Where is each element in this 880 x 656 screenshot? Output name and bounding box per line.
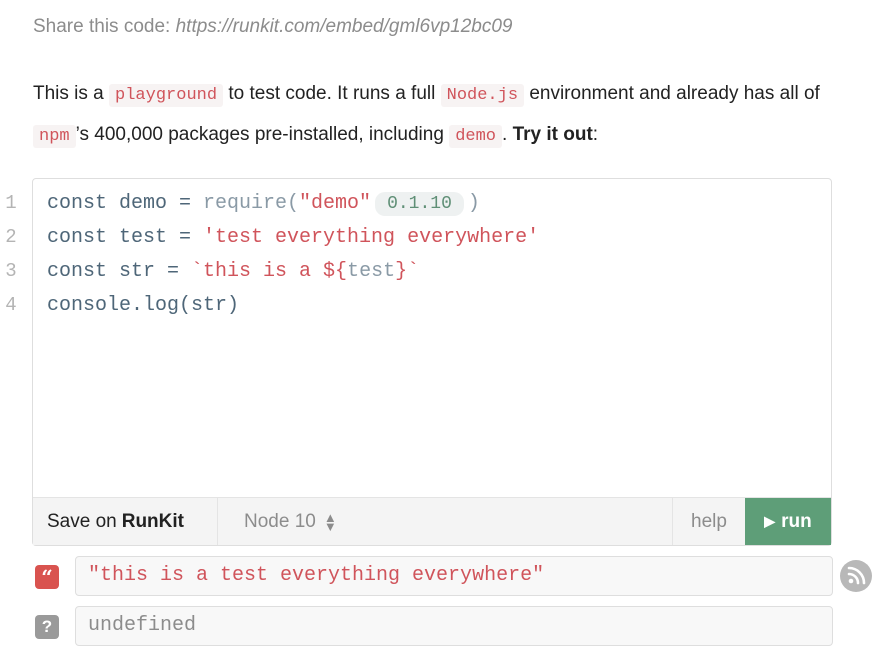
- code-line-2[interactable]: const test = 'test everything everywhere…: [47, 221, 539, 255]
- question-icon: ?: [35, 615, 59, 639]
- code-token: test: [347, 260, 396, 283]
- line-number: 2: [5, 226, 17, 248]
- desc-colon: :: [592, 124, 599, 145]
- token-nodejs: Node.js: [440, 84, 525, 107]
- save-prefix: Save on: [47, 510, 117, 532]
- code-token: ): [467, 192, 480, 215]
- share-label: Share this code:: [33, 16, 171, 37]
- output-value-1[interactable]: "this is a test everything everywhere": [75, 556, 833, 596]
- token-npm: npm: [33, 125, 76, 148]
- token-demo: demo: [449, 125, 502, 148]
- help-label: help: [691, 510, 727, 532]
- code-token: const test =: [47, 226, 204, 249]
- line-number: 1: [5, 192, 17, 214]
- run-button[interactable]: ▶ run: [745, 498, 831, 545]
- code-token: console.log(str): [47, 294, 240, 317]
- up-down-arrows-icon: ▲ ▼: [323, 509, 337, 534]
- line-number: 4: [5, 294, 17, 316]
- line-number: 3: [5, 260, 17, 282]
- code-string: `this is a ${: [191, 260, 348, 283]
- code-token: const demo =: [47, 192, 204, 215]
- desc-text-5: .: [502, 124, 508, 145]
- output-value-2[interactable]: undefined: [75, 606, 833, 646]
- version-badge[interactable]: 0.1.10: [375, 192, 464, 216]
- code-string: "demo": [299, 192, 372, 215]
- rss-icon[interactable]: [840, 560, 872, 592]
- desc-text-4: ’s 400,000 packages pre-installed, inclu…: [75, 124, 444, 145]
- quote-icon: “: [35, 565, 59, 589]
- node-version-select[interactable]: Node 10 ▲ ▼: [218, 498, 672, 545]
- play-icon: ▶: [764, 513, 776, 529]
- code-line-4[interactable]: console.log(str): [47, 289, 539, 323]
- code-token: require(: [203, 192, 300, 215]
- code-string: 'test everything everywhere': [203, 226, 540, 249]
- code-string: }`: [395, 260, 420, 283]
- line-number-gutter: 1 2 3 4: [0, 186, 22, 322]
- desc-text-2: to test code. It runs a full: [228, 83, 436, 104]
- runkit-brand: RunKit: [121, 510, 184, 532]
- code-line-3[interactable]: const str = `this is a ${test}`: [47, 255, 539, 289]
- share-line: Share this code: https://runkit.com/embe…: [33, 16, 513, 38]
- desc-text-3: environment and already has all of: [529, 83, 820, 104]
- run-label: run: [781, 510, 812, 532]
- token-playground: playground: [109, 84, 224, 107]
- share-url[interactable]: https://runkit.com/embed/gml6vp12bc09: [176, 16, 513, 37]
- code-area[interactable]: const demo = require("demo" 0.1.10) const…: [47, 187, 539, 323]
- code-token: const str =: [47, 260, 192, 283]
- help-button[interactable]: help: [672, 498, 745, 545]
- editor-toolbar: Save on RunKit Node 10 ▲ ▼ help ▶ run: [33, 497, 831, 545]
- node-version-label: Node 10: [244, 510, 316, 532]
- description: This is a playground to test code. It ru…: [33, 74, 833, 156]
- code-editor[interactable]: const demo = require("demo" 0.1.10) const…: [32, 178, 832, 546]
- code-line-1[interactable]: const demo = require("demo" 0.1.10): [47, 187, 539, 221]
- try-it-out: Try it out: [512, 124, 593, 145]
- save-on-runkit-button[interactable]: Save on RunKit: [33, 498, 218, 545]
- desc-text-1: This is a: [33, 83, 104, 104]
